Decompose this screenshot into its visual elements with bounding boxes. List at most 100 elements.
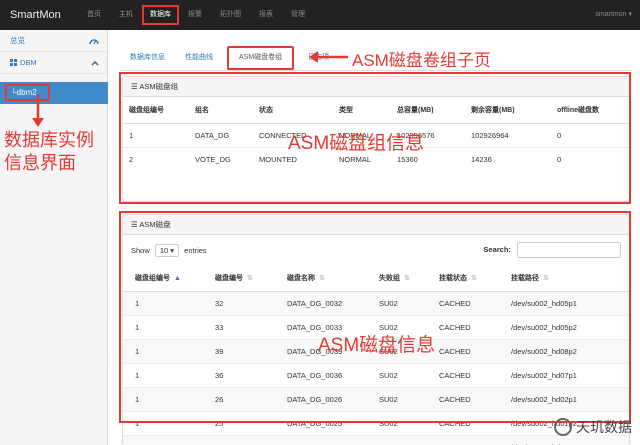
- list-icon: ☰: [131, 82, 138, 91]
- table-header-row: 磁盘组编号 ▲ 磁盘编号 ⇅ 磁盘名称 ⇅ 失败组 ⇅ 挂载状态 ⇅ 挂载路径 ⇅: [123, 265, 629, 292]
- sidebar-item-overview[interactable]: 总览: [0, 30, 107, 52]
- table-cell: 27: [209, 434, 281, 445]
- table-cell: 36: [209, 362, 281, 387]
- table-cell: SU02: [373, 386, 433, 411]
- wechat-icon: [554, 418, 572, 436]
- table-cell: CACHED: [433, 362, 505, 387]
- sidebar-item-dbm2[interactable]: └dbm2: [0, 82, 108, 104]
- table-cell: 102996576: [391, 122, 465, 147]
- page-size-select[interactable]: 10 ▾: [154, 243, 180, 257]
- table-cell: SU02: [373, 338, 433, 363]
- column-header[interactable]: 磁盘名称 ⇅: [281, 265, 373, 292]
- table-cell: SU02: [373, 314, 433, 339]
- table-cell: DATA_DG: [189, 122, 253, 147]
- grid-icon: [10, 59, 17, 66]
- search-input[interactable]: [517, 242, 621, 258]
- tab-database-info[interactable]: 数据库信息: [120, 46, 175, 70]
- table-cell: MOUNTED: [253, 146, 333, 171]
- nav-item-admin[interactable]: 管理: [282, 0, 314, 30]
- table-cell: 1: [123, 410, 209, 435]
- table-cell: 1: [123, 314, 209, 339]
- table-cell: 1: [123, 122, 189, 147]
- tab-performance[interactable]: 性能曲线: [175, 46, 223, 70]
- brand-logo[interactable]: SmartMon: [0, 9, 78, 21]
- nav-item-topology[interactable]: 拓扑图: [211, 0, 250, 30]
- column-header[interactable]: 失败组 ⇅: [373, 265, 433, 292]
- table-row: 1 DATA_DG CONNECTED NORMAL 102996576 102…: [123, 122, 629, 147]
- nav-item-report[interactable]: 报表: [250, 0, 282, 30]
- table-cell: SU02: [373, 434, 433, 445]
- sort-icon: ⇅: [404, 274, 410, 282]
- tab-bar: 数据库信息 性能曲线 ASM磁盘卷组 日志项: [120, 42, 339, 70]
- table-header-row: 磁盘组编号 组名 状态 类型 总容量(MB) 剩余容量(MB) offline磁…: [123, 97, 629, 124]
- table-cell: CONNECTED: [253, 122, 333, 147]
- table-cell: DATA_DG_0026: [281, 386, 373, 411]
- table-cell: CACHED: [433, 386, 505, 411]
- annotation-tab-note: ASM磁盘卷组子页: [352, 51, 491, 70]
- table-row: 2 VOTE_DG MOUNTED NORMAL 15360 14236 0: [123, 146, 629, 171]
- table-cell: 33: [209, 314, 281, 339]
- sort-asc-icon: ▲: [174, 274, 181, 282]
- table-cell: SU02: [373, 362, 433, 387]
- column-header[interactable]: 组名: [189, 97, 253, 124]
- column-header[interactable]: 挂载路径 ⇅: [505, 265, 629, 292]
- column-header[interactable]: 状态: [253, 97, 333, 124]
- table-cell: VOTE_DG: [189, 146, 253, 171]
- sort-icon: ⇅: [319, 274, 325, 282]
- nav-item-home[interactable]: 首页: [78, 0, 110, 30]
- tab-asm-diskgroup[interactable]: ASM磁盘卷组: [227, 46, 295, 70]
- column-header[interactable]: 剩余容量(MB): [465, 97, 551, 124]
- table-cell: CACHED: [433, 290, 505, 315]
- sidebar-item-dbm[interactable]: DBM: [0, 52, 107, 74]
- table-cell: 14236: [465, 146, 551, 171]
- column-header[interactable]: 磁盘组编号 ▲: [123, 265, 209, 292]
- table-cell: /dev/su002_hd07p1: [505, 362, 629, 387]
- table-cell: DATA_DG_0027: [281, 434, 373, 445]
- chevron-down-icon: ▾: [170, 245, 175, 255]
- sort-icon: ⇅: [471, 274, 477, 282]
- table-row: 1 33 DATA_DG_0033 SU02 CACHED/dev/su002_hd05…: [123, 314, 629, 339]
- nav-item-alarm[interactable]: 报警: [179, 0, 211, 30]
- table-cell: 0: [551, 122, 629, 147]
- panel-title: ASM磁盘组: [139, 82, 179, 91]
- column-header[interactable]: 总容量(MB): [391, 97, 465, 124]
- table-cell: CACHED: [433, 338, 505, 363]
- table-cell: /dev/su002_hd02p1: [505, 386, 629, 411]
- asm-disk-panel: ☰ ASM磁盘 Show 10 ▾ entries Search: 磁盘组编号 ▲…: [122, 214, 630, 445]
- table-cell: NORMAL: [333, 122, 391, 147]
- nav-item-host[interactable]: 主机: [110, 0, 142, 30]
- table-cell: 1: [123, 386, 209, 411]
- table-cell: CACHED: [433, 314, 505, 339]
- table-cell: /dev/su002_hd05p2: [505, 314, 629, 339]
- chevron-up-icon[interactable]: [91, 60, 99, 66]
- sort-icon: ⇅: [247, 274, 253, 282]
- table-row: 1 32 DATA_DG_0032 SU02 CACHED/dev/su002_hd05…: [123, 290, 629, 315]
- tab-log[interactable]: 日志项: [298, 46, 339, 70]
- tab-divider: [120, 70, 632, 71]
- nav-item-database[interactable]: 数据库: [142, 5, 179, 25]
- user-menu[interactable]: smartmon ▾: [595, 0, 632, 30]
- table-cell: SU02: [373, 290, 433, 315]
- table-cell: DATA_DG_0033: [281, 314, 373, 339]
- table-cell: DATA_DG_0036: [281, 362, 373, 387]
- column-header[interactable]: 类型: [333, 97, 391, 124]
- table-cell: 0: [551, 146, 629, 171]
- sidebar-item-label: └dbm2: [5, 84, 50, 101]
- top-navbar: SmartMon 首页 主机 数据库 报警 拓扑图 报表 管理 smartmon…: [0, 0, 640, 30]
- column-header[interactable]: 挂载状态 ⇅: [433, 265, 505, 292]
- table-cell: 102926964: [465, 122, 551, 147]
- table-cell: 1: [123, 362, 209, 387]
- table-cell: /dev/su002_hd05p1: [505, 290, 629, 315]
- column-header[interactable]: offline磁盘数: [551, 97, 629, 124]
- sidebar-item-label: 总览: [10, 36, 25, 45]
- table-cell: NORMAL: [333, 146, 391, 171]
- table-cell: 1: [123, 434, 209, 445]
- table-cell: 2: [123, 146, 189, 171]
- list-icon: ☰: [131, 220, 138, 229]
- panel-title: ASM磁盘: [139, 220, 171, 229]
- table-cell: DATA_DG_0032: [281, 290, 373, 315]
- column-header[interactable]: 磁盘编号 ⇅: [209, 265, 281, 292]
- table-cell: 39: [209, 338, 281, 363]
- watermark: 天玑数据: [554, 417, 632, 437]
- column-header[interactable]: 磁盘组编号: [123, 97, 189, 124]
